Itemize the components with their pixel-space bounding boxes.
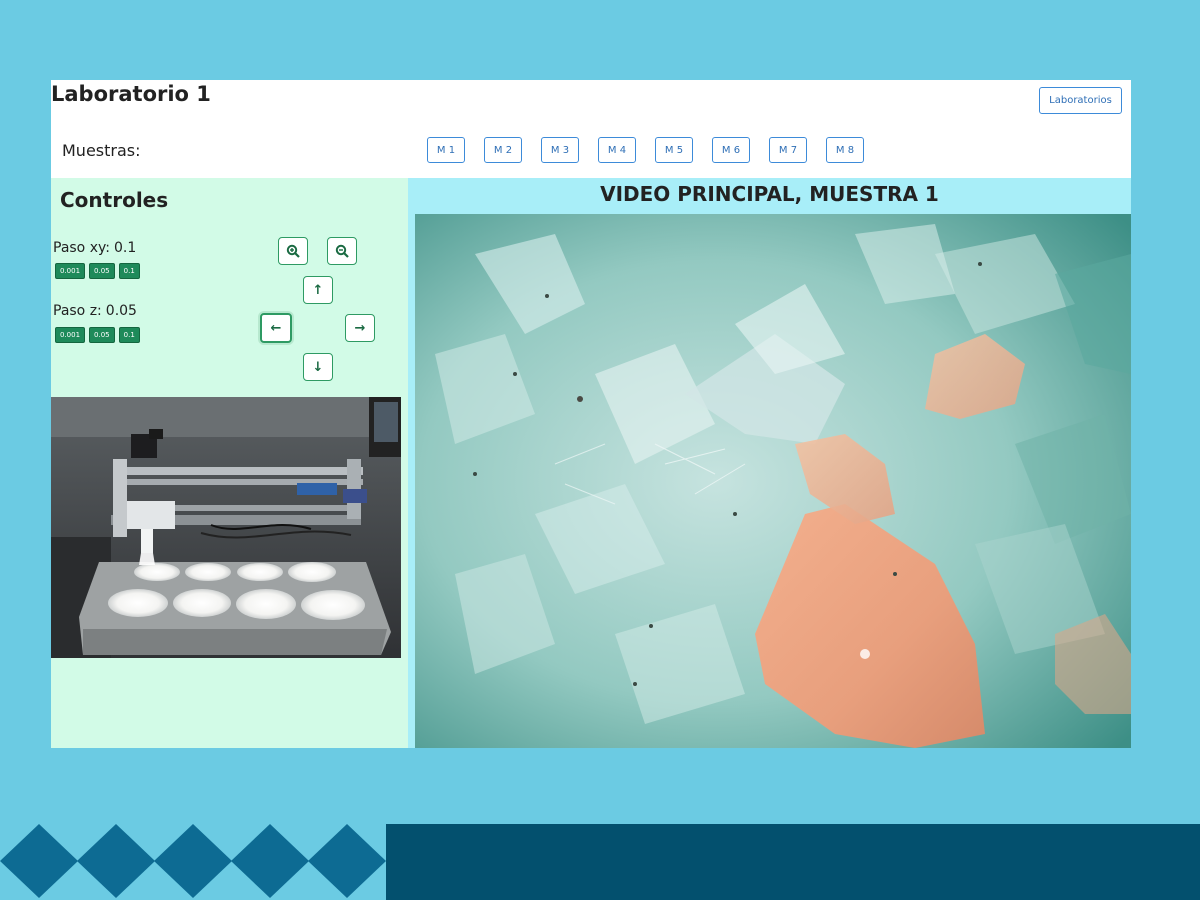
zoom-in-button[interactable]	[278, 237, 308, 265]
sample-button-m8[interactable]: M 8	[826, 137, 864, 163]
sample-button-m6[interactable]: M 6	[712, 137, 750, 163]
app-window: Laboratorio 1 Laboratorios Muestras: M 1…	[51, 80, 1131, 748]
samples-label: Muestras:	[62, 141, 141, 160]
move-right-button[interactable]: →	[345, 314, 375, 342]
xy-step-option-01[interactable]: 0.1	[118, 263, 140, 279]
footer-bar	[386, 824, 1200, 900]
z-step-label: Paso z: 0.05	[53, 303, 137, 319]
page-title: Laboratorio 1	[51, 82, 211, 106]
xy-step-label-text: Paso xy:	[53, 240, 110, 256]
laboratorios-button[interactable]: Laboratorios	[1039, 87, 1122, 114]
arrow-right-icon: →	[354, 320, 366, 336]
arrow-left-icon: ←	[270, 320, 282, 336]
video-title: VIDEO PRINCIPAL, MUESTRA 1	[600, 182, 939, 206]
arrow-up-icon: ↑	[312, 282, 324, 298]
arrow-down-icon: ↓	[312, 359, 324, 375]
move-up-button[interactable]: ↑	[303, 276, 333, 304]
move-left-button[interactable]: ←	[260, 313, 292, 343]
xy-step-label: Paso xy: 0.1	[53, 240, 136, 256]
diamond-decoration	[0, 824, 386, 898]
machine-camera-view	[51, 397, 401, 658]
xy-step-value: 0.1	[113, 240, 137, 256]
z-step-option-0001[interactable]: 0.001	[55, 327, 86, 343]
sample-button-m5[interactable]: M 5	[655, 137, 693, 163]
zoom-out-button[interactable]	[327, 237, 357, 265]
controls-panel: Controles Paso xy: 0.1 0.001 0.05 0.1 Pas…	[51, 178, 408, 748]
cnc-machine-image	[51, 397, 401, 658]
sample-button-m4[interactable]: M 4	[598, 137, 636, 163]
microscope-image	[415, 214, 1131, 748]
sample-button-m7[interactable]: M 7	[769, 137, 807, 163]
sample-button-m1[interactable]: M 1	[427, 137, 465, 163]
xy-step-options: 0.001 0.05 0.1	[55, 263, 140, 279]
z-step-option-005[interactable]: 0.05	[89, 327, 115, 343]
sample-button-m3[interactable]: M 3	[541, 137, 579, 163]
controls-title: Controles	[60, 188, 169, 212]
zoom-in-icon	[286, 244, 300, 258]
z-step-option-01[interactable]: 0.1	[118, 327, 140, 343]
main-video-feed	[415, 214, 1131, 748]
xy-step-option-005[interactable]: 0.05	[89, 263, 115, 279]
header: Laboratorio 1 Laboratorios Muestras: M 1…	[51, 80, 1131, 178]
xy-step-option-0001[interactable]: 0.001	[55, 263, 86, 279]
z-step-options: 0.001 0.05 0.1	[55, 327, 140, 343]
video-panel: VIDEO PRINCIPAL, MUESTRA 1	[408, 178, 1131, 748]
zoom-out-icon	[335, 244, 349, 258]
move-down-button[interactable]: ↓	[303, 353, 333, 381]
z-step-label-text: Paso z:	[53, 303, 102, 319]
z-step-value: 0.05	[105, 303, 137, 319]
sample-button-m2[interactable]: M 2	[484, 137, 522, 163]
